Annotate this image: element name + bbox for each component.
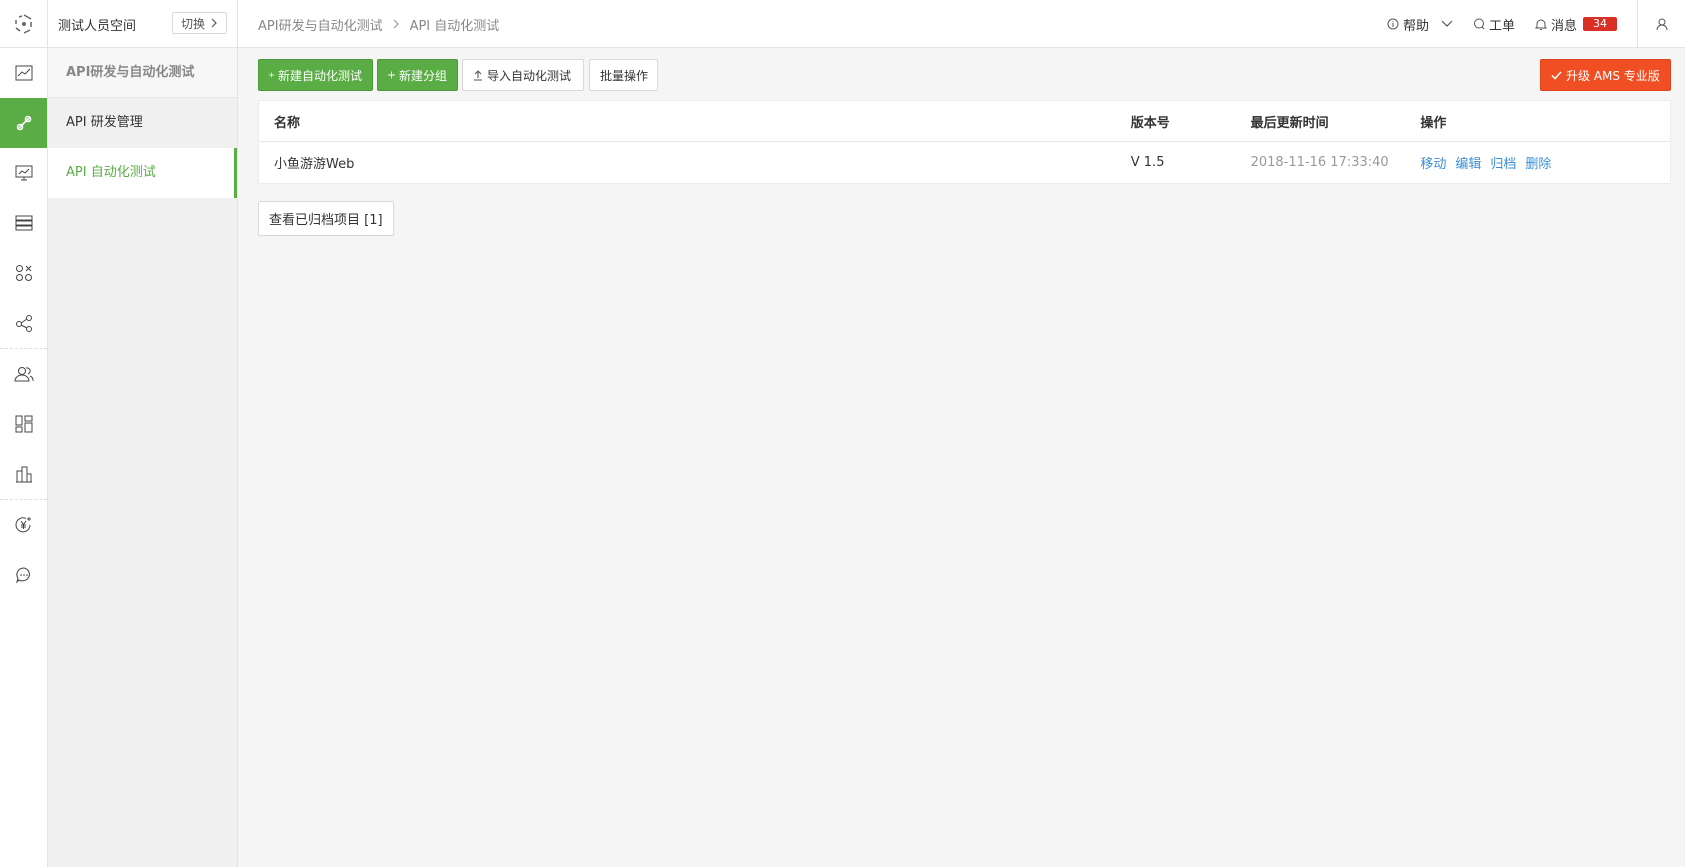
rail-api[interactable] <box>0 98 47 148</box>
version-cell: V 1.5 <box>1130 155 1165 170</box>
col-header-name: 名称 <box>274 115 301 131</box>
toolbar: 新建自动化测试 新建分组 导入自动化测试 批量操作 升级 AMS 专业版 <box>258 59 1671 91</box>
import-automation-test-button[interactable]: 导入自动化测试 <box>462 59 584 91</box>
logo[interactable] <box>0 0 48 48</box>
bell-icon <box>1534 19 1547 30</box>
help-label: 帮助 <box>1402 18 1429 34</box>
logo-icon <box>14 14 32 34</box>
project-name-cell[interactable]: 小鱼游游Web <box>259 153 1131 172</box>
user-menu[interactable] <box>1637 0 1685 48</box>
apps-grid-icon <box>15 265 32 281</box>
subnav-title: API研发与自动化测试 <box>48 48 237 98</box>
ticket-label: 工单 <box>1488 18 1515 34</box>
archive-link[interactable]: 归档 <box>1490 153 1516 172</box>
rail-share[interactable] <box>0 298 47 348</box>
api-link-icon <box>16 115 31 131</box>
rail-dashboard[interactable] <box>0 48 47 98</box>
switch-workspace-button[interactable]: 切换 <box>171 12 227 34</box>
buildings-icon <box>15 466 32 483</box>
upload-icon <box>474 69 482 81</box>
automation-test-table: 名称 版本号 最后更新时间 操作 小鱼游游Web V 1.5 2018-11-1… <box>258 100 1671 184</box>
chat-icon <box>15 567 30 584</box>
secondary-sidebar: API研发与自动化测试 API 研发管理 API 自动化测试 <box>48 48 238 867</box>
breadcrumb-item-parent[interactable]: API研发与自动化测试 <box>258 15 383 34</box>
header-actions: 帮助 工单 消息 34 <box>1387 0 1685 48</box>
switch-label: 切换 <box>180 16 205 31</box>
messages-count-badge: 34 <box>1583 17 1617 31</box>
rail-widgets[interactable] <box>0 399 47 449</box>
plus-icon <box>269 72 274 78</box>
share-icon <box>15 315 32 332</box>
check-icon <box>1551 70 1562 80</box>
view-archived-projects-button[interactable]: 查看已归档项目 [1] <box>258 201 394 236</box>
new-group-label: 新建分组 <box>398 68 447 83</box>
upgrade-label: 升级 AMS 专业版 <box>1566 68 1660 83</box>
new-automation-test-label: 新建自动化测试 <box>277 68 362 83</box>
upgrade-ams-pro-button[interactable]: 升级 AMS 专业版 <box>1540 59 1671 91</box>
rail-monitor[interactable] <box>0 148 47 198</box>
chevron-right-icon <box>393 19 399 29</box>
chevron-down-icon <box>1441 20 1453 27</box>
dashboard-chart-icon <box>15 65 32 81</box>
new-automation-test-button[interactable]: 新建自动化测试 <box>258 59 373 91</box>
help-menu[interactable]: 帮助 <box>1387 15 1453 34</box>
team-icon <box>13 367 34 382</box>
rail-database[interactable] <box>0 198 47 248</box>
rail-buildings[interactable] <box>0 449 47 499</box>
batch-operation-button[interactable]: 批量操作 <box>589 59 658 91</box>
rail-team[interactable] <box>0 349 47 399</box>
messages-label: 消息 <box>1550 18 1577 34</box>
import-label: 导入自动化测试 <box>487 68 572 83</box>
subnav-item-api-automation[interactable]: API 自动化测试 <box>48 148 237 198</box>
rail-apps[interactable] <box>0 248 47 298</box>
new-group-button[interactable]: 新建分组 <box>377 59 458 91</box>
monitor-icon <box>15 165 32 181</box>
ops-cell: 移动 编辑 归档 删除 <box>1420 153 1670 172</box>
table-header-row: 名称 版本号 最后更新时间 操作 <box>259 101 1670 142</box>
icon-rail <box>0 48 48 867</box>
batch-label: 批量操作 <box>600 68 649 83</box>
workspace-switcher: 测试人员空间 切换 <box>48 0 238 48</box>
workspace-name: 测试人员空间 <box>58 18 137 34</box>
info-icon <box>1387 18 1399 30</box>
billing-icon <box>15 517 31 533</box>
table-row[interactable]: 小鱼游游Web V 1.5 2018-11-16 17:33:40 移动 编辑 … <box>259 142 1670 183</box>
rail-chat[interactable] <box>0 550 47 600</box>
messages-link[interactable]: 消息 34 <box>1534 15 1617 34</box>
ticket-link[interactable]: 工单 <box>1473 15 1515 34</box>
edit-link[interactable]: 编辑 <box>1455 153 1481 172</box>
rail-billing[interactable] <box>0 500 47 550</box>
col-header-version: 版本号 <box>1130 115 1170 131</box>
col-header-ops: 操作 <box>1420 115 1447 131</box>
move-link[interactable]: 移动 <box>1420 153 1446 172</box>
user-icon <box>1656 18 1667 30</box>
col-header-updated: 最后更新时间 <box>1250 115 1329 131</box>
database-icon <box>15 215 32 231</box>
ticket-bubble-icon <box>1473 18 1485 30</box>
breadcrumb-item-current: API 自动化测试 <box>409 18 500 34</box>
widgets-icon <box>15 415 32 433</box>
plus-icon <box>388 71 395 79</box>
updated-time-cell: 2018-11-16 17:33:40 <box>1250 155 1389 170</box>
subnav-item-api-management[interactable]: API 研发管理 <box>48 98 237 148</box>
chevron-right-icon <box>211 18 217 28</box>
top-header: 测试人员空间 切换 API研发与自动化测试 API 自动化测试 帮助 工单 消息… <box>0 0 1685 48</box>
delete-link[interactable]: 删除 <box>1525 153 1551 172</box>
breadcrumb: API研发与自动化测试 API 自动化测试 <box>258 0 499 48</box>
